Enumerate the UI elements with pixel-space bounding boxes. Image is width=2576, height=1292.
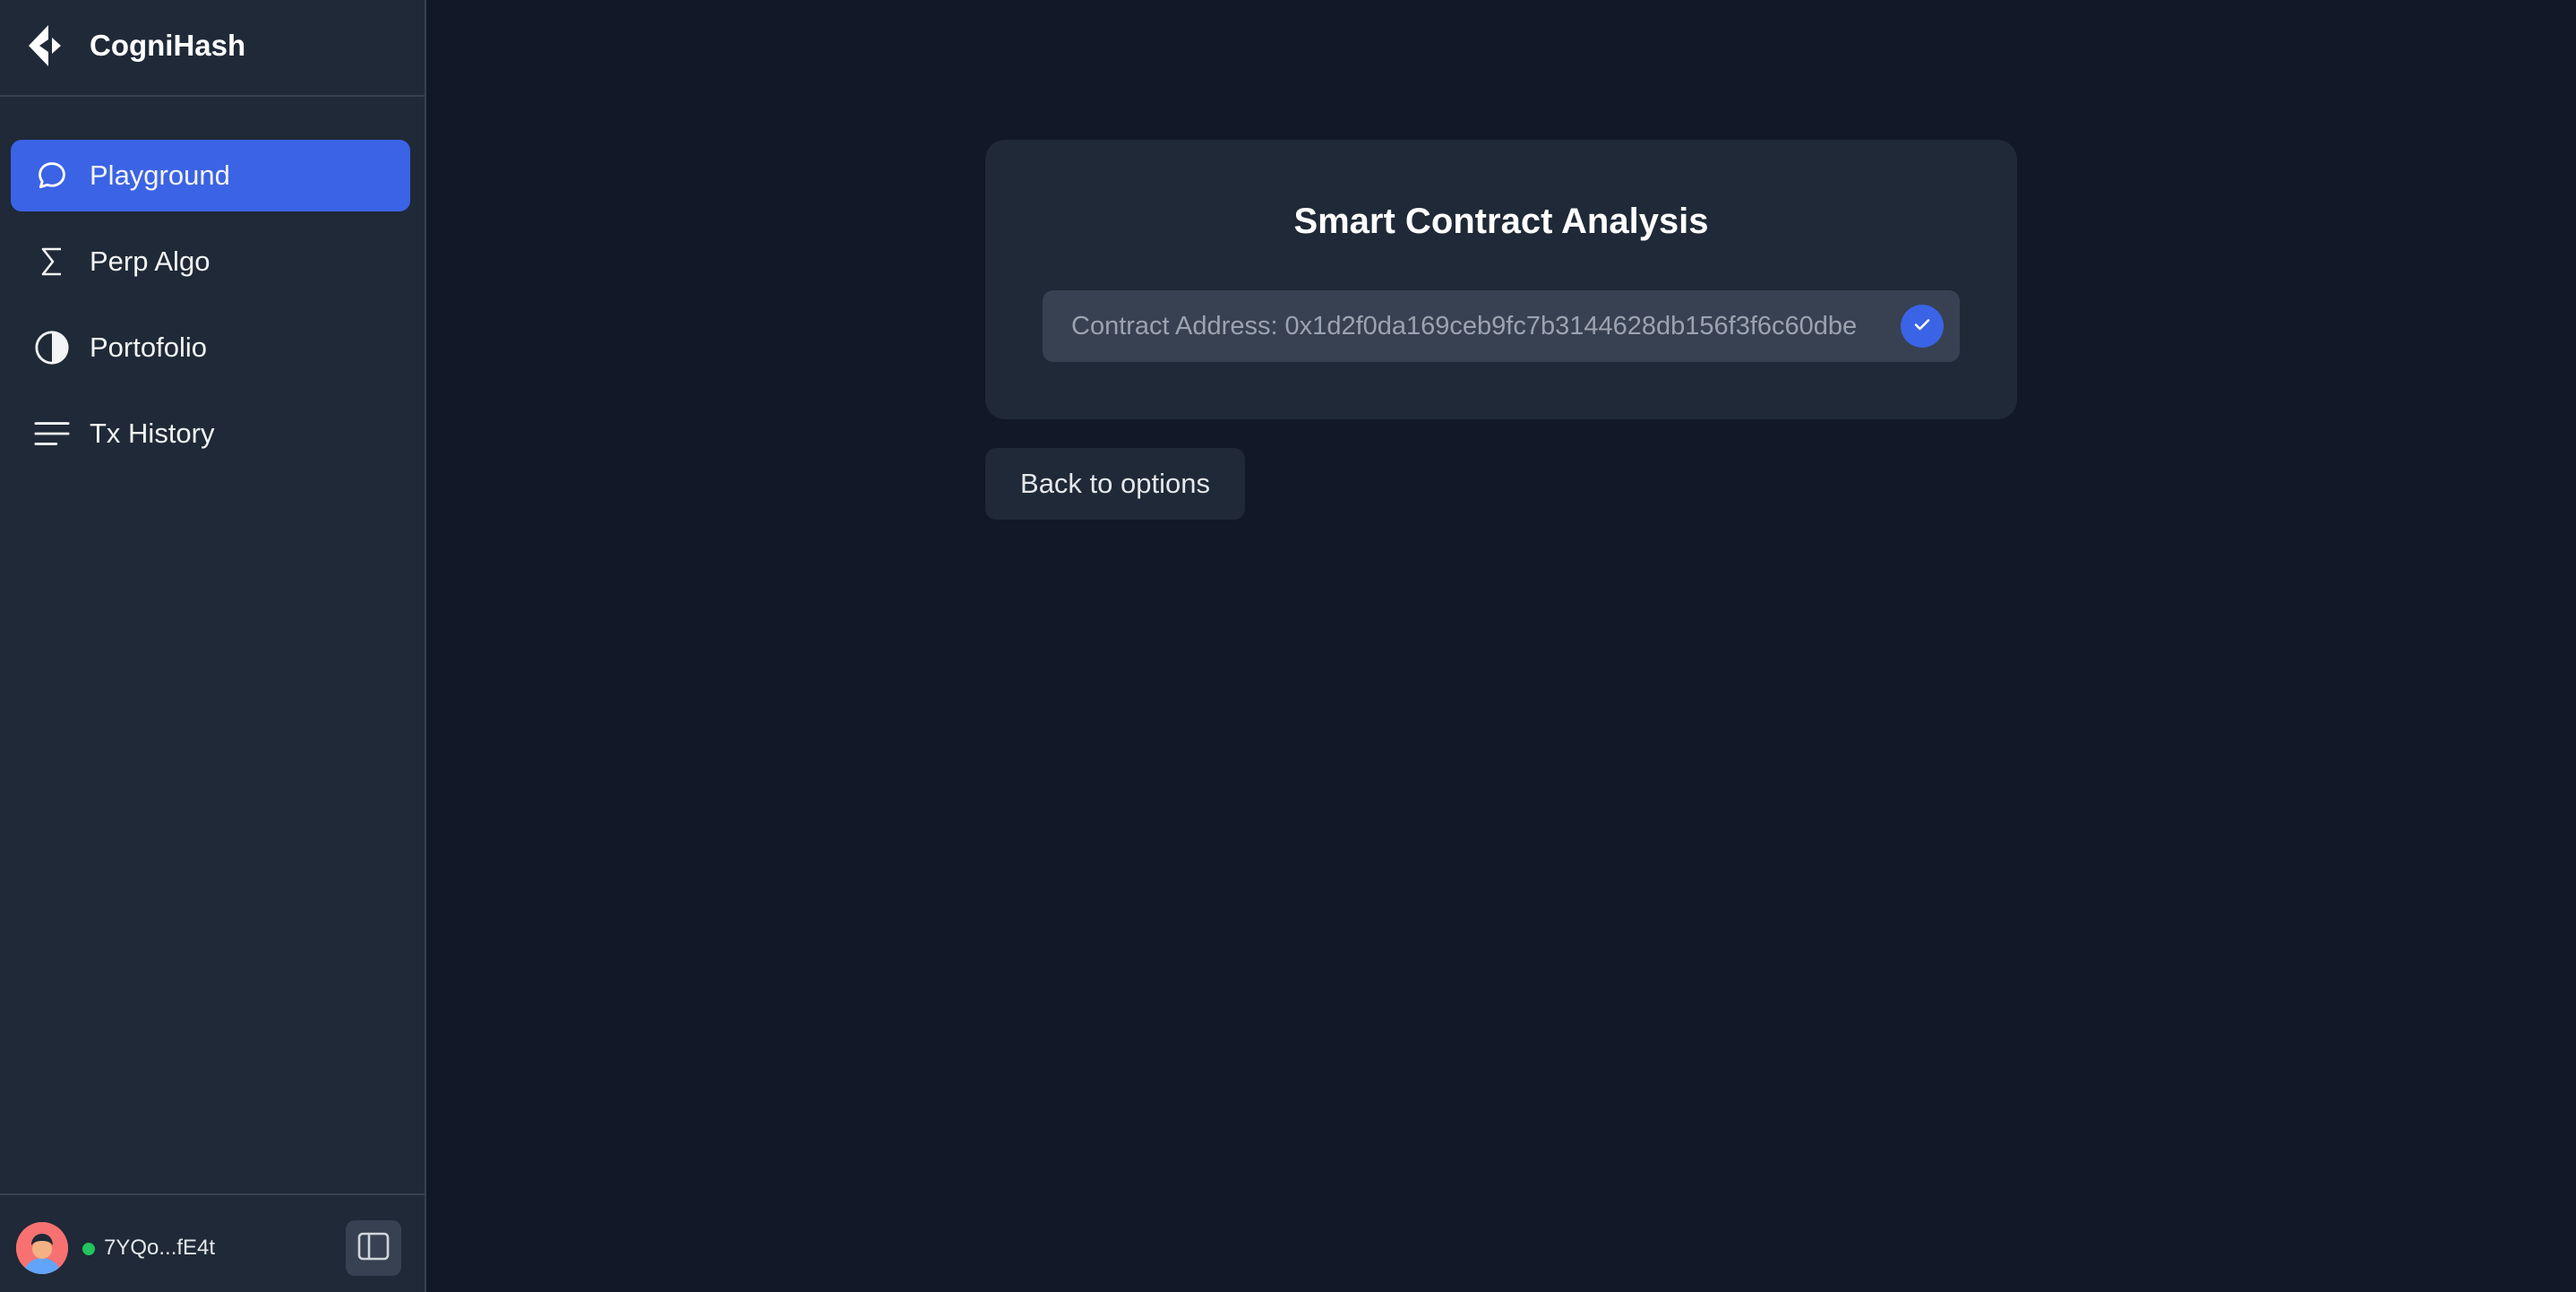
sidebar-item-perp-algo[interactable]: Perp Algo bbox=[11, 226, 410, 297]
analysis-card: Smart Contract Analysis Contract Address… bbox=[985, 140, 2017, 419]
sidebar-nav: Playground Perp Algo Portofolio Tx Histo… bbox=[11, 140, 410, 484]
sidebar-item-label: Playground bbox=[90, 159, 230, 191]
back-to-options-button[interactable]: Back to options bbox=[985, 448, 1245, 520]
sigma-icon bbox=[34, 244, 70, 280]
sidebar: CogniHash Playground Perp Algo Portofoli… bbox=[0, 0, 426, 1292]
contract-address-field[interactable]: Contract Address: 0x1d2f0da169ceb9fc7b31… bbox=[1043, 290, 1960, 362]
sidebar-toggle-button[interactable] bbox=[346, 1220, 401, 1276]
sidebar-item-playground[interactable]: Playground bbox=[11, 140, 410, 211]
wallet-address: 7YQo...fE4t bbox=[104, 1236, 216, 1260]
brand: CogniHash bbox=[0, 0, 425, 97]
checkmark-icon bbox=[1911, 314, 1933, 340]
contract-address-value: Contract Address: 0x1d2f0da169ceb9fc7b31… bbox=[1071, 312, 1858, 340]
sidebar-panel-icon bbox=[357, 1232, 390, 1265]
sidebar-item-tx-history[interactable]: Tx History bbox=[11, 398, 410, 469]
sidebar-item-label: Tx History bbox=[90, 418, 215, 449]
sidebar-item-label: Portofolio bbox=[90, 332, 207, 363]
half-circle-icon bbox=[34, 330, 70, 366]
app-root: CogniHash Playground Perp Algo Portofoli… bbox=[0, 0, 2576, 1292]
cognihash-logo-icon bbox=[27, 23, 64, 68]
lines-icon bbox=[34, 416, 70, 452]
brand-name: CogniHash bbox=[90, 29, 246, 62]
page-title: Smart Contract Analysis bbox=[1293, 202, 1709, 241]
sidebar-item-label: Perp Algo bbox=[90, 245, 210, 277]
chat-bubble-icon bbox=[34, 158, 70, 194]
sidebar-item-portofolio[interactable]: Portofolio bbox=[11, 312, 410, 383]
online-status-dot bbox=[82, 1243, 95, 1255]
confirm-button[interactable] bbox=[1901, 305, 1944, 348]
sidebar-footer: 7YQo...fE4t bbox=[0, 1193, 425, 1292]
avatar[interactable] bbox=[16, 1222, 68, 1274]
